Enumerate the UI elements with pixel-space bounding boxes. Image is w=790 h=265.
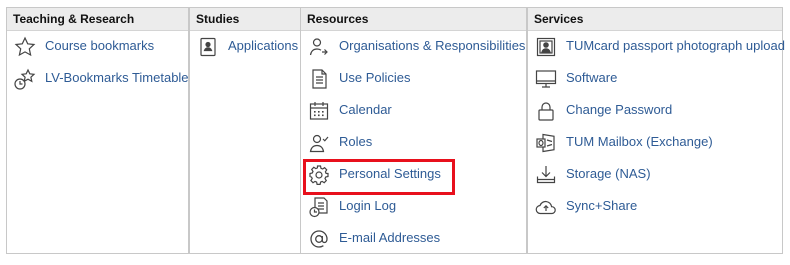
menu-item-course-bookmarks[interactable]: Course bookmarks	[7, 31, 188, 63]
panel-items: Course bookmarks LV-Bookmarks Timetable	[7, 31, 189, 95]
highlight-box	[303, 159, 455, 195]
services-grid: Teaching & Research Course bookmarks LV-…	[0, 0, 790, 265]
panel-items: Applications	[190, 31, 300, 63]
menu-item-tum-mailbox[interactable]: TUM Mailbox (Exchange)	[528, 127, 782, 159]
menu-link[interactable]: TUMcard passport photograph upload	[566, 38, 785, 53]
calendar-icon	[307, 99, 331, 123]
menu-item-login-log[interactable]: Login Log	[301, 191, 526, 223]
panel-title: Studies	[190, 8, 300, 31]
menu-item-roles[interactable]: Roles	[301, 127, 526, 159]
cloud-upload-icon	[534, 195, 558, 219]
menu-link[interactable]: E-mail Addresses	[339, 230, 440, 245]
menu-link[interactable]: Roles	[339, 134, 372, 149]
monitor-icon	[534, 67, 558, 91]
panel-title: Services	[528, 8, 782, 31]
panel-teaching-research: Teaching & Research Course bookmarks LV-…	[6, 7, 189, 254]
menu-item-email-addresses[interactable]: E-mail Addresses	[301, 223, 526, 255]
panel-items: TUMcard passport photograph upload Softw…	[528, 31, 785, 223]
menu-link[interactable]: Sync+Share	[566, 198, 637, 213]
menu-link[interactable]: Change Password	[566, 102, 672, 117]
menu-link[interactable]: Course bookmarks	[45, 38, 154, 53]
menu-item-use-policies[interactable]: Use Policies	[301, 63, 526, 95]
person-org-icon	[307, 35, 331, 59]
panel-services: Services TUMcard passport photograph upl…	[527, 7, 785, 254]
menu-link[interactable]: Organisations & Responsibilities	[339, 38, 525, 53]
menu-item-applications[interactable]: Applications	[190, 31, 300, 63]
menu-link[interactable]: LV-Bookmarks Timetable	[45, 70, 189, 85]
person-check-icon	[307, 131, 331, 155]
lock-icon	[534, 99, 558, 123]
menu-link[interactable]: Applications	[228, 38, 298, 53]
menu-link[interactable]: TUM Mailbox (Exchange)	[566, 134, 713, 149]
menu-item-storage-nas[interactable]: Storage (NAS)	[528, 159, 782, 191]
log-clock-icon	[307, 195, 331, 219]
menu-item-change-password[interactable]: Change Password	[528, 95, 782, 127]
clock-star-icon	[13, 67, 37, 91]
panel-studies: Studies Applications	[189, 7, 301, 254]
panel-title: Resources	[301, 8, 526, 31]
panel-title: Teaching & Research	[7, 8, 188, 31]
document-icon	[307, 67, 331, 91]
menu-link[interactable]: Use Policies	[339, 70, 411, 85]
panel-resources: Resources Organisations & Responsibiliti…	[300, 7, 527, 254]
at-sign-icon	[307, 227, 331, 251]
menu-link[interactable]: Login Log	[339, 198, 396, 213]
star-icon	[13, 35, 37, 59]
menu-link[interactable]: Software	[566, 70, 617, 85]
id-card-icon	[196, 35, 220, 59]
menu-link[interactable]: Storage (NAS)	[566, 166, 651, 181]
panel-items: Organisations & Responsibilities Use Pol…	[301, 31, 526, 255]
menu-item-calendar[interactable]: Calendar	[301, 95, 526, 127]
exchange-icon	[534, 131, 558, 155]
menu-link[interactable]: Calendar	[339, 102, 392, 117]
menu-item-organisations[interactable]: Organisations & Responsibilities	[301, 31, 526, 63]
download-tray-icon	[534, 163, 558, 187]
menu-item-software[interactable]: Software	[528, 63, 782, 95]
menu-item-sync-share[interactable]: Sync+Share	[528, 191, 782, 223]
portrait-icon	[534, 35, 558, 59]
menu-item-lv-bookmarks-timetable[interactable]: LV-Bookmarks Timetable	[7, 63, 189, 95]
menu-item-tumcard-photo-upload[interactable]: TUMcard passport photograph upload	[528, 31, 785, 63]
